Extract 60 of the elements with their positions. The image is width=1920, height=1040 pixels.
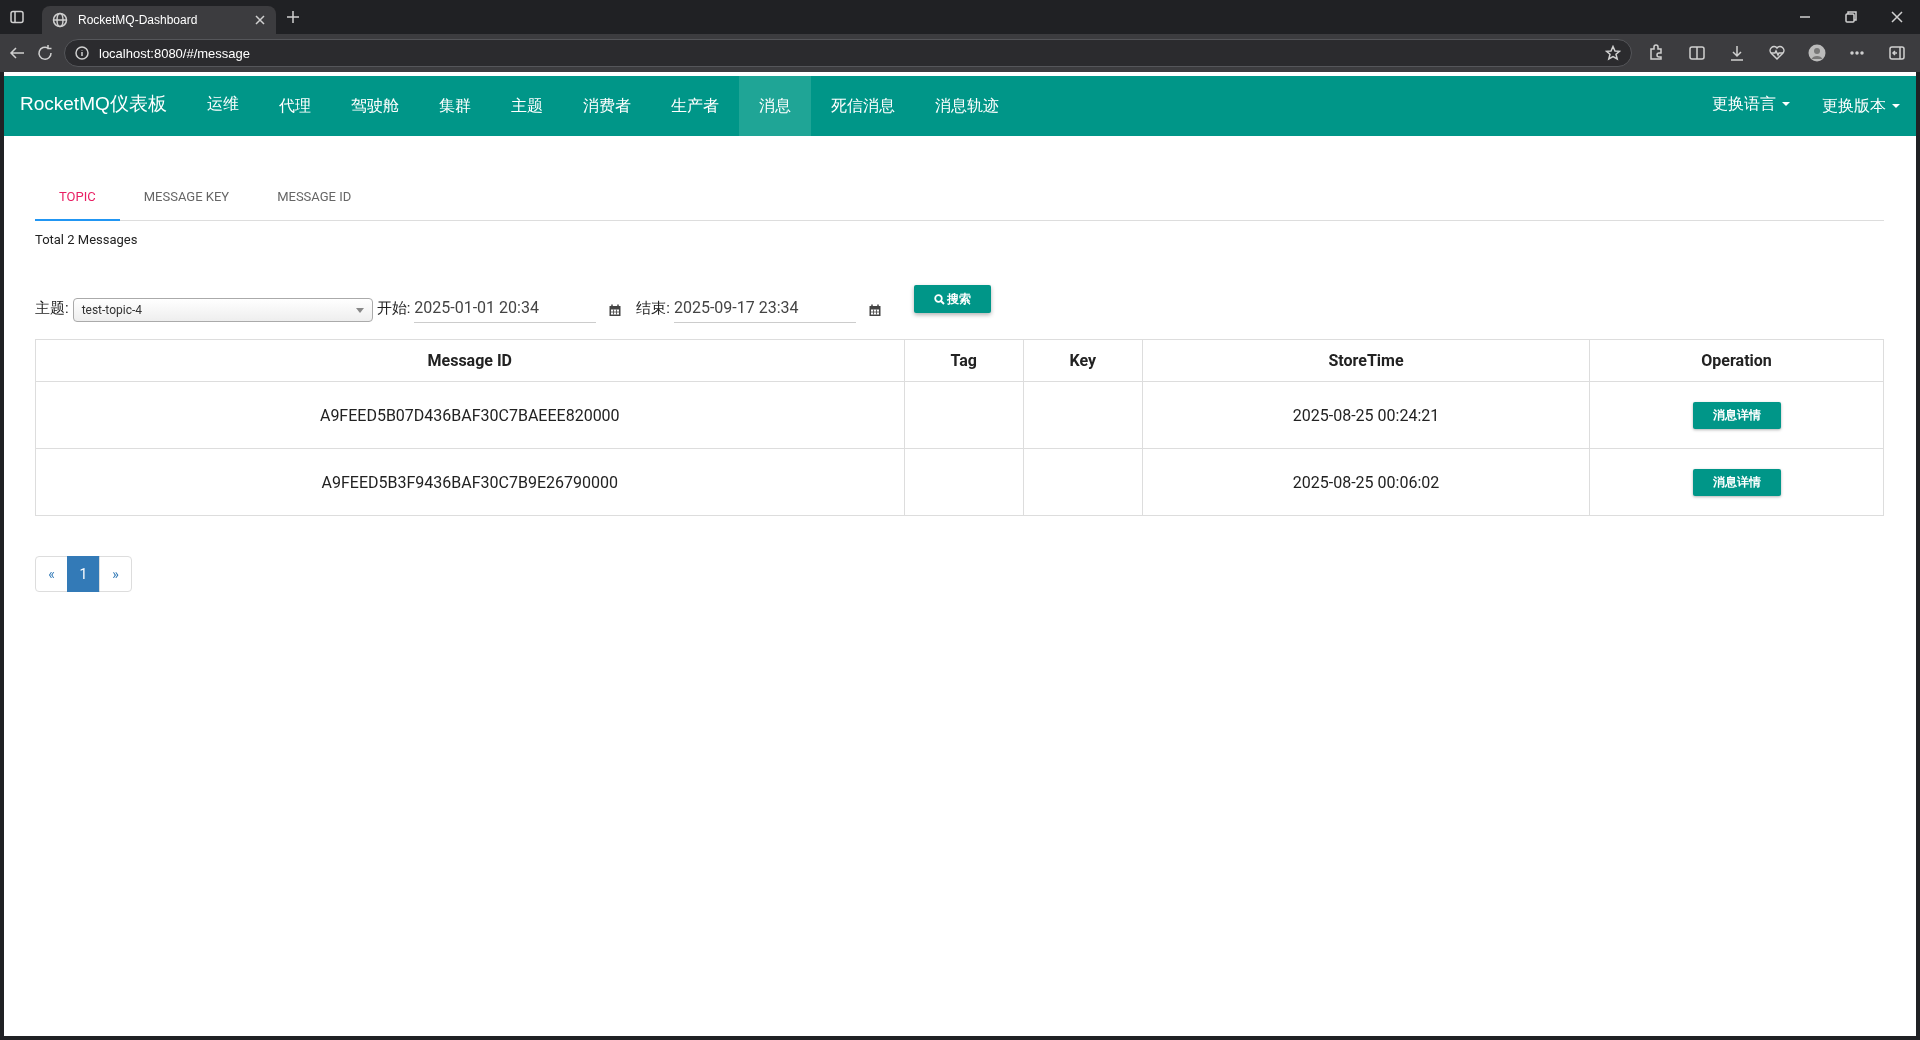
nav-link[interactable]: 运维	[186, 72, 259, 136]
nav-link[interactable]: 消费者	[562, 76, 651, 136]
nav-link[interactable]: 驾驶舱	[330, 76, 419, 136]
nav-link[interactable]: 生产者	[650, 76, 739, 136]
next-page-link[interactable]: »	[99, 556, 132, 592]
table-cell: 2025-08-25 00:06:02	[1142, 448, 1590, 516]
nav-link[interactable]: 消息	[738, 76, 811, 136]
download-icon[interactable]	[1728, 44, 1746, 62]
info-icon[interactable]	[75, 46, 89, 60]
nav-link[interactable]: 主题	[490, 76, 563, 136]
caret-icon	[1892, 104, 1900, 108]
nav-link[interactable]: 代理	[258, 76, 331, 136]
refresh-icon[interactable]	[36, 44, 54, 62]
column-header: Operation	[1589, 339, 1884, 382]
split-screen-icon[interactable]	[1688, 44, 1706, 62]
column-header: StoreTime	[1142, 339, 1590, 382]
caret-icon	[355, 307, 364, 313]
tab[interactable]: MESSAGE KEY	[119, 174, 254, 221]
column-header: Key	[1023, 339, 1143, 382]
restore-icon[interactable]	[1843, 9, 1859, 25]
plus-icon[interactable]	[286, 10, 300, 24]
sidebar-icon[interactable]	[1888, 44, 1906, 62]
column-header: Tag	[904, 339, 1024, 382]
table-cell: 2025-08-25 00:24:21	[1142, 381, 1590, 449]
globe-icon	[52, 12, 68, 28]
tab[interactable]: MESSAGE ID	[253, 174, 376, 221]
calendar-icon[interactable]	[608, 303, 623, 317]
avatar-icon[interactable]	[1808, 44, 1826, 62]
topic-select[interactable]: test-topic-4	[72, 298, 373, 322]
window-icon[interactable]	[9, 9, 25, 25]
nav-link[interactable]: 死信消息	[810, 76, 915, 136]
browser-tab[interactable]: RocketMQ-Dashboard	[42, 6, 276, 34]
dropdown-toggle[interactable]: 更换语言	[1696, 72, 1806, 136]
tab[interactable]: TOPIC	[35, 174, 120, 221]
nav-link[interactable]: 消息轨迹	[914, 76, 1019, 136]
table-cell: A9FEED5B3F9436BAF30C7B9E26790000	[35, 448, 905, 516]
tab-title: RocketMQ-Dashboard	[78, 13, 199, 27]
detail-button[interactable]: 消息详情	[1692, 401, 1781, 429]
field-label: 主题:	[35, 298, 69, 318]
column-header: Message ID	[35, 339, 905, 382]
end-date-field[interactable]: 2025-09-17 23:34	[673, 293, 856, 323]
brand-link[interactable]: RocketMQ仪表板	[4, 72, 187, 136]
nav-link[interactable]: 集群	[418, 76, 491, 136]
table-cell: A9FEED5B07D436BAF30C7BAEEE820000	[35, 381, 905, 449]
field-label: 结束:	[636, 298, 670, 318]
total-count: Total 2 Messages	[35, 232, 139, 247]
search-icon	[933, 293, 945, 305]
star-icon[interactable]	[1605, 45, 1621, 61]
heart-pulse-icon[interactable]	[1768, 44, 1786, 62]
start-date-field[interactable]: 2025-01-01 20:34	[414, 293, 597, 323]
caret-icon	[1782, 102, 1790, 106]
close-icon[interactable]	[254, 14, 266, 26]
calendar-icon[interactable]	[867, 303, 882, 317]
field-label: 开始:	[376, 298, 411, 318]
close-icon[interactable]	[1889, 9, 1905, 25]
detail-button[interactable]: 消息详情	[1692, 468, 1781, 496]
address-bar[interactable]: localhost:8080/#/message	[64, 39, 1632, 67]
dropdown-toggle[interactable]: 更换版本	[1806, 76, 1916, 136]
page-link[interactable]: 1	[67, 556, 100, 592]
search-button[interactable]: 搜索	[913, 285, 991, 313]
